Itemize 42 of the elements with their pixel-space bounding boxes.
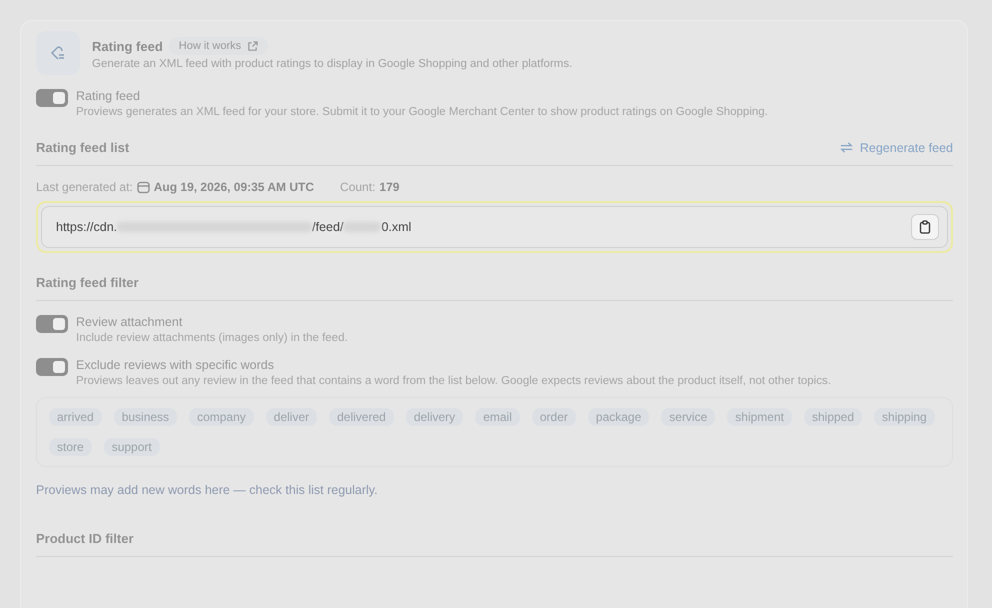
toggle-label: Review attachment — [76, 315, 184, 329]
count-label: Count: — [340, 180, 376, 194]
card-subtitle: Generate an XML feed with product ratings to display in Google Shopping and other platforms. — [92, 58, 572, 70]
toggle-description: Proviews generates an XML feed for your store. Submit it to your Google Merchant Center to show product ratings on Google Shopping. — [76, 106, 768, 118]
word-tag: shipping — [874, 408, 935, 426]
refresh-icon — [838, 140, 854, 155]
card-title: Rating feed — [92, 38, 163, 54]
word-tag: delivery — [406, 408, 464, 426]
tag-icon — [36, 31, 80, 75]
toggle-label: Exclude reviews with specific words — [76, 358, 275, 372]
last-generated-value: Aug 19, 2026, 09:35 AM UTC — [154, 180, 314, 194]
how-it-works-link[interactable]: How it works — [168, 37, 268, 55]
calendar-icon — [136, 180, 150, 194]
word-tag: package — [588, 408, 650, 426]
toggle-description: Include review attachments (images only) in the feed. — [76, 332, 348, 344]
section-title: Rating feed list — [36, 140, 130, 155]
word-tag: arrived — [49, 408, 102, 426]
word-tag: delivered — [329, 408, 394, 426]
section-title: Rating feed filter — [36, 275, 139, 290]
word-tag: store — [49, 438, 92, 456]
word-tag: business — [114, 408, 178, 426]
toggle-label: Rating feed — [76, 89, 141, 103]
toggle-description: Proviews leaves out any review in the feed that contains a word from the list below. Google expects reviews about the product itself, not other topics. — [76, 375, 831, 387]
count-value: 179 — [379, 180, 400, 194]
clipboard-icon[interactable] — [911, 214, 939, 240]
word-tag: order — [532, 408, 576, 426]
word-tag: shipment — [727, 408, 792, 426]
info-note: Proviews may add new words here — check this list regularly. — [36, 483, 379, 497]
word-tag: service — [661, 408, 716, 426]
section-title: Product ID filter — [36, 531, 134, 546]
feed-url-field[interactable]: https://cdn. /feed/ 0.xml — [41, 206, 948, 248]
word-tag: company — [189, 408, 254, 426]
word-tag: shipped — [804, 408, 862, 426]
external-link-icon — [247, 40, 258, 52]
toggle-switch[interactable] — [36, 358, 68, 376]
regenerate-feed-button[interactable]: Regenerate feed — [838, 140, 953, 155]
toggle-switch[interactable] — [36, 315, 68, 333]
word-tag: email — [475, 408, 520, 426]
toggle-switch[interactable] — [36, 89, 68, 107]
word-tag: support — [104, 438, 160, 456]
word-tag: deliver — [266, 408, 318, 426]
last-generated-label: Last generated at: — [36, 180, 133, 194]
